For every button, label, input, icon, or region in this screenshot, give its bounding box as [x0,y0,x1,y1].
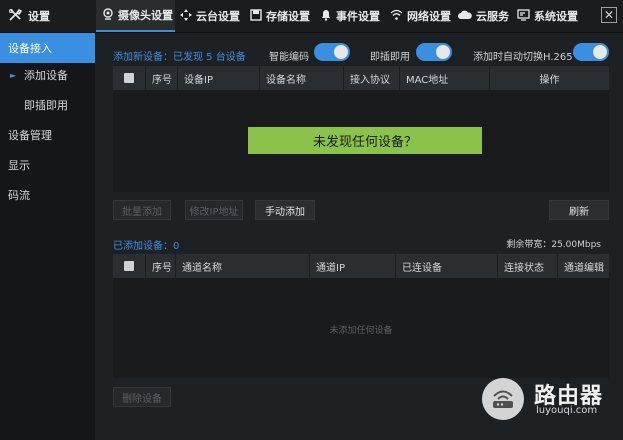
added-devices-table: 序号 通道名称 通道IP 已连设备 连接状态 通道编辑 未添加任何设备 [113,254,609,378]
sidebar-item-label: 添加设备 [24,69,68,82]
tab-label: 存储设置 [266,10,310,23]
auto-h265-label: 添加时自动切换H.265 [473,52,573,63]
delete-device-button[interactable]: 删除设备 [113,387,171,407]
wifi-icon [390,9,403,24]
manual-add-button[interactable]: 手动添加 [255,200,315,220]
tab-camera-settings[interactable]: 摄像头设置 [96,0,175,32]
sidebar: 设备接入 ► 添加设备 即插即用 设备管理 显示 码流 [0,33,95,440]
col-index: 序号 [146,66,178,90]
sidebar-item-device-management[interactable]: 设备管理 [0,120,95,150]
toggle-knob [334,45,348,59]
checkbox[interactable] [124,261,134,271]
smart-encoding-label: 智能编码 [269,52,309,63]
tab-label: 云台设置 [196,10,240,23]
tab-label: 系统设置 [534,10,578,23]
auto-h265-toggle[interactable] [573,43,609,61]
sidebar-item-label: 即插即用 [24,99,68,112]
col-device-name: 设备名称 [260,66,344,90]
sidebar-item-label: 设备管理 [8,129,52,142]
col-device-ip: 设备IP [178,66,260,90]
tab-label: 摄像头设置 [118,9,173,22]
select-all-checkbox[interactable] [113,66,146,90]
toggle-knob [436,45,450,59]
tab-label: 网络设置 [407,10,451,23]
sidebar-item-plug-and-play[interactable]: 即插即用 [0,90,95,120]
toggle-knob [593,45,607,59]
plug-and-play-toggle[interactable] [416,43,452,61]
refresh-button[interactable]: 刷新 [549,200,609,220]
col-mac-address: MAC地址 [400,66,490,90]
tab-cloud-service[interactable]: 云服务 [458,0,509,32]
sidebar-item-stream[interactable]: 码流 [0,180,95,210]
tab-label: 事件设置 [336,10,380,23]
select-all-checkbox[interactable] [113,254,146,278]
added-devices-label: 已添加设备：0 [113,241,180,252]
remaining-bandwidth: 剩余带宽：25.00Mbps [506,240,601,250]
no-devices-added-text: 未添加任何设备 [329,326,393,336]
tab-storage-settings[interactable]: 存储设置 [250,0,310,32]
smart-encoding-toggle[interactable] [314,43,350,61]
sidebar-item-display[interactable]: 显示 [0,150,95,180]
sidebar-item-label: 码流 [8,189,30,202]
sidebar-item-device-access[interactable]: 设备接入 [0,33,95,63]
col-channel-edit: 通道编辑 [564,262,604,274]
modify-ip-button[interactable]: 修改IP地址 [185,200,243,220]
app-title: 设置 [8,0,94,32]
col-channel-ip: 通道IP [310,254,396,278]
tab-system-settings[interactable]: 系统设置 [517,0,578,32]
watermark: 路由器 luyouqi.com [482,378,622,420]
cloud-icon [458,10,472,23]
tab-network-settings[interactable]: 网络设置 [390,0,451,32]
monitor-icon [517,8,530,24]
ptz-icon [180,8,192,24]
watermark-url: luyouqi.com [536,405,598,416]
camera-icon [102,7,114,23]
batch-add-button[interactable]: 批量添加 [113,200,171,220]
close-button[interactable]: ✕ [601,7,617,23]
no-device-found-notice[interactable]: 未发现任何设备？ [248,127,482,154]
close-icon: ✕ [603,8,615,22]
checkbox[interactable] [124,73,134,83]
bell-icon [320,9,332,24]
discovered-devices-label: 添加新设备：已发现 5 台设备 [113,52,246,63]
app-title-text: 设置 [28,10,50,23]
tab-ptz-settings[interactable]: 云台设置 [180,0,240,32]
col-actions: 操作 [539,74,560,86]
plug-and-play-label: 即插即用 [370,52,410,63]
router-logo-icon [482,378,524,420]
col-channel-name: 通道名称 [176,254,310,278]
tab-label: 云服务 [476,10,509,23]
sidebar-item-label: 设备接入 [8,42,52,55]
col-protocol: 接入协议 [344,66,400,90]
storage-icon [250,8,262,24]
sidebar-item-label: 显示 [8,159,30,172]
table-header: 序号 设备IP 设备名称 接入协议 MAC地址 操作 [113,66,609,90]
col-connected-device: 已连设备 [396,254,498,278]
col-connection-status: 连接状态 [498,254,558,278]
col-index: 序号 [146,254,176,278]
chevron-right-icon: ► [10,71,17,80]
tab-event-settings[interactable]: 事件设置 [320,0,380,32]
sidebar-item-add-device[interactable]: ► 添加设备 [0,60,95,90]
tools-icon [8,8,23,25]
discovered-devices-table: 序号 设备IP 设备名称 接入协议 MAC地址 操作 未发现任何设备？ [113,66,609,192]
table-header: 序号 通道名称 通道IP 已连设备 连接状态 通道编辑 [113,254,609,278]
top-tab-bar: 设置 摄像头设置 云台设置 存储设置 事件设置 网络设置 云服务 系统设置 ✕ [0,0,623,33]
